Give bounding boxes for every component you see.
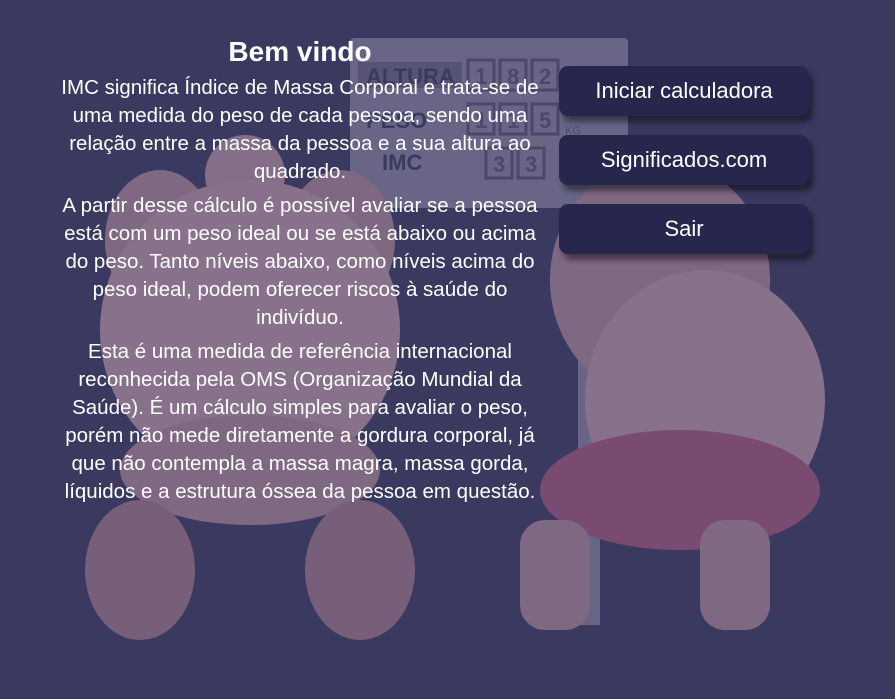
exit-button[interactable]: Sair: [559, 204, 809, 254]
page-title: Bem vindo: [228, 36, 372, 67]
meanings-button[interactable]: Significados.com: [559, 135, 809, 185]
intro-paragraph: IMC significa Índice de Massa Corporal e…: [61, 76, 539, 183]
welcome-panel: Bem vindo IMC significa Índice de Massa …: [55, 36, 545, 512]
evaluation-paragraph: A partir desse cálculo é possível avalia…: [62, 194, 538, 329]
start-calculator-button[interactable]: Iniciar calculadora: [559, 66, 809, 116]
reference-paragraph: Esta é uma medida de referência internac…: [64, 340, 536, 503]
